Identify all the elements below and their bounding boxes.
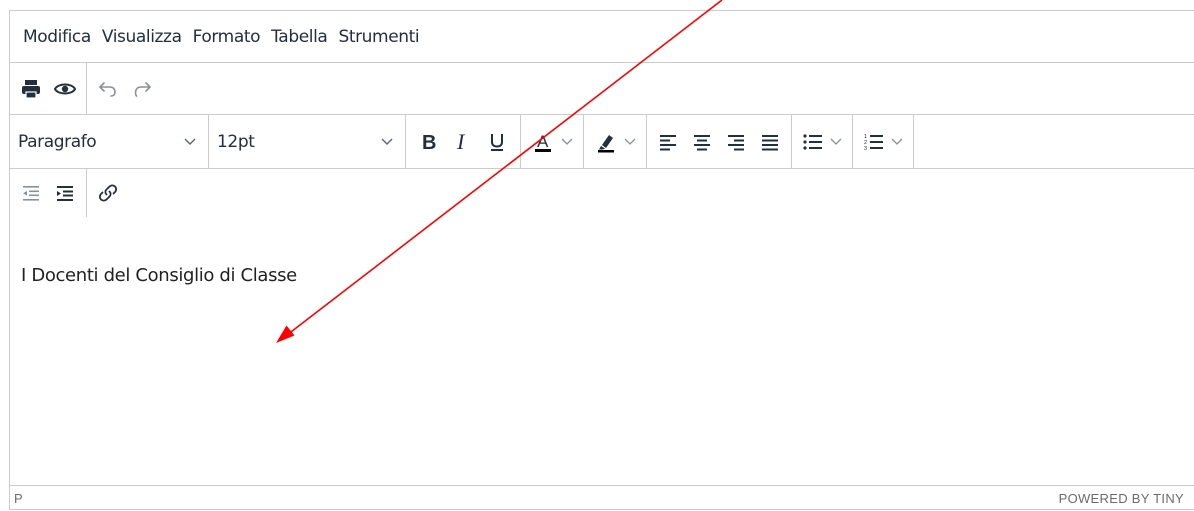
menu-tabella[interactable]: Tabella bbox=[266, 27, 332, 47]
highlight-icon bbox=[598, 134, 614, 152]
underline-icon bbox=[491, 133, 503, 151]
link-icon bbox=[98, 184, 118, 202]
block-format-value: Paragrafo bbox=[18, 131, 97, 152]
toolbar-row-1 bbox=[10, 63, 1194, 115]
toolbar-group-alignment bbox=[647, 115, 792, 168]
statusbar: P POWERED BY TINY bbox=[10, 485, 1194, 511]
italic-icon: I bbox=[456, 131, 466, 153]
align-left-button[interactable] bbox=[651, 125, 685, 159]
redo-icon bbox=[134, 81, 151, 97]
svg-text:I: I bbox=[456, 131, 466, 153]
text-color-icon: A bbox=[535, 132, 551, 152]
toolbar-group-document bbox=[10, 63, 87, 114]
align-right-button[interactable] bbox=[719, 125, 753, 159]
menu-strumenti[interactable]: Strumenti bbox=[333, 27, 424, 47]
align-center-button[interactable] bbox=[685, 125, 719, 159]
content-paragraph[interactable]: I Docenti del Consiglio di Classe bbox=[21, 265, 1194, 286]
link-button[interactable] bbox=[91, 176, 125, 210]
bullet-list-button[interactable] bbox=[798, 125, 846, 159]
indent-button[interactable] bbox=[48, 176, 82, 210]
toolbar-row-3 bbox=[10, 169, 1194, 217]
chevron-down-icon bbox=[891, 138, 903, 145]
toolbar-group-highlight bbox=[584, 115, 647, 168]
bold-button[interactable]: B bbox=[412, 125, 446, 159]
font-size-select[interactable]: 12pt bbox=[209, 115, 406, 168]
numbered-list-button[interactable]: 1 2 3 bbox=[859, 125, 907, 159]
toolbar-group-bullet-list bbox=[792, 115, 853, 168]
indent-icon bbox=[57, 186, 73, 201]
text-color-button[interactable]: A bbox=[527, 125, 577, 159]
toolbar-group-formatting: B I bbox=[406, 115, 521, 168]
print-icon bbox=[22, 79, 40, 99]
menu-modifica[interactable]: Modifica bbox=[18, 27, 96, 47]
svg-text:B: B bbox=[422, 132, 436, 153]
editor-content-area[interactable]: I Docenti del Consiglio di Classe bbox=[10, 233, 1194, 485]
toolbar-group-numbered-list: 1 2 3 bbox=[853, 115, 914, 168]
menu-visualizza[interactable]: Visualizza bbox=[97, 27, 187, 47]
undo-icon bbox=[99, 81, 116, 97]
preview-icon bbox=[53, 83, 77, 94]
print-button[interactable] bbox=[14, 72, 48, 106]
branding-link[interactable]: POWERED BY TINY bbox=[1059, 491, 1194, 506]
chevron-down-icon bbox=[624, 138, 636, 145]
block-format-select[interactable]: Paragrafo bbox=[10, 115, 209, 168]
align-right-icon bbox=[728, 134, 744, 150]
chevron-down-icon bbox=[381, 138, 393, 145]
chevron-down-icon bbox=[561, 138, 573, 145]
undo-button[interactable] bbox=[91, 72, 125, 106]
numbered-list-icon: 1 2 3 bbox=[864, 134, 883, 152]
chevron-down-icon bbox=[184, 138, 196, 145]
redo-button[interactable] bbox=[125, 72, 159, 106]
outdent-button[interactable] bbox=[14, 176, 48, 210]
underline-button[interactable] bbox=[480, 125, 514, 159]
chevron-down-icon bbox=[830, 138, 842, 145]
align-justify-button[interactable] bbox=[753, 125, 787, 159]
preview-button[interactable] bbox=[48, 72, 82, 106]
align-center-icon bbox=[694, 134, 710, 150]
menubar: Modifica Visualizza Formato Tabella Stru… bbox=[10, 11, 1194, 63]
align-justify-icon bbox=[762, 134, 778, 150]
outdent-icon bbox=[23, 186, 39, 201]
element-path[interactable]: P bbox=[14, 491, 23, 506]
toolbar-group-color: A bbox=[521, 115, 584, 168]
toolbar-group-link bbox=[87, 169, 129, 217]
bold-icon: B bbox=[422, 132, 436, 153]
toolbar-group-history bbox=[87, 63, 163, 114]
menu-formato[interactable]: Formato bbox=[188, 27, 266, 47]
bullet-list-icon bbox=[803, 133, 822, 150]
highlight-color-button[interactable] bbox=[590, 125, 640, 159]
rich-text-editor: Modifica Visualizza Formato Tabella Stru… bbox=[9, 10, 1194, 510]
toolbar-group-indent bbox=[10, 169, 87, 217]
font-size-value: 12pt bbox=[217, 131, 255, 152]
svg-text:A: A bbox=[537, 132, 549, 151]
svg-text:3: 3 bbox=[864, 146, 867, 152]
toolbar-row-2: Paragrafo 12pt B I A 1 2 3 bbox=[10, 115, 1194, 169]
align-left-icon bbox=[660, 134, 676, 150]
italic-button[interactable]: I bbox=[446, 125, 480, 159]
